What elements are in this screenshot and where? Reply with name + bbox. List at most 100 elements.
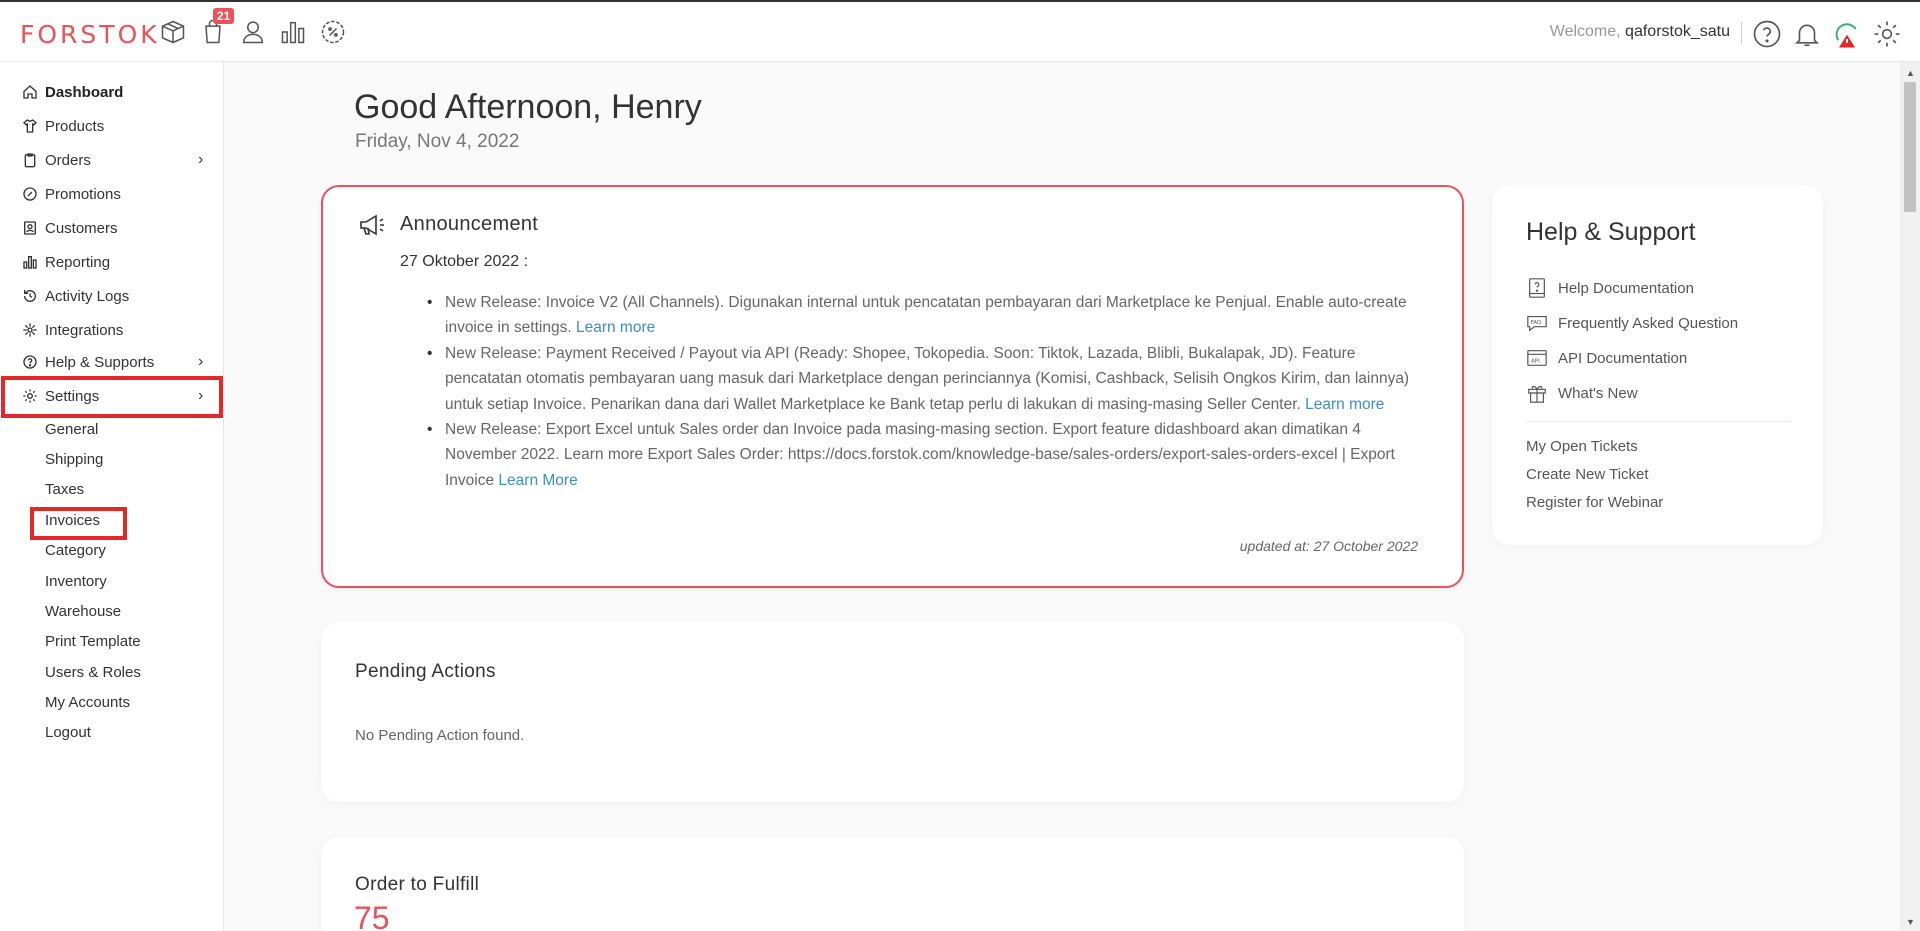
settings-sub-my-accounts[interactable]: My Accounts bbox=[45, 692, 130, 714]
help-circle-icon bbox=[21, 353, 39, 371]
learn-more-link[interactable]: Learn more bbox=[576, 319, 655, 336]
clipboard-icon bbox=[21, 151, 39, 169]
settings-sub-users-roles[interactable]: Users & Roles bbox=[45, 662, 141, 684]
settings-sub-print-template[interactable]: Print Template bbox=[45, 631, 141, 653]
scroll-down-arrow-icon[interactable]: ▼ bbox=[1906, 917, 1915, 927]
learn-more-link[interactable]: Learn more bbox=[1305, 396, 1384, 413]
settings-sub-category[interactable]: Category bbox=[45, 540, 106, 562]
sidebar-item-label: Help & Supports bbox=[45, 353, 155, 371]
sidebar-item-products[interactable]: Products bbox=[0, 110, 224, 142]
header-right-icons bbox=[1752, 18, 1902, 50]
svg-text:API: API bbox=[1531, 359, 1540, 365]
create-new-ticket-link[interactable]: Create New Ticket bbox=[1526, 466, 1649, 483]
help-circle-icon[interactable] bbox=[1752, 18, 1782, 50]
announcement-text: New Release: Export Excel untuk Sales or… bbox=[445, 421, 1395, 489]
help-link-label: Frequently Asked Question bbox=[1558, 314, 1739, 332]
sidebar-item-promotions[interactable]: Promotions bbox=[0, 178, 224, 210]
sidebar-item-label: Products bbox=[45, 117, 105, 135]
sidebar-item-label: Customers bbox=[45, 219, 118, 237]
announcement-card: Announcement 27 Oktober 2022 : New Relea… bbox=[321, 185, 1464, 588]
faq-link[interactable]: FAQ Frequently Asked Question bbox=[1526, 310, 1738, 336]
pending-actions-title: Pending Actions bbox=[355, 661, 496, 682]
settings-highlight-box bbox=[1, 376, 223, 418]
scroll-up-arrow-icon[interactable]: ▲ bbox=[1906, 68, 1915, 78]
svg-text:FAQ: FAQ bbox=[1531, 320, 1542, 326]
welcome-text: Welcome, qaforstok_satu bbox=[1550, 23, 1730, 41]
greeting-heading: Good Afternoon, Henry bbox=[354, 88, 702, 126]
current-date: Friday, Nov 4, 2022 bbox=[355, 131, 520, 152]
contact-icon bbox=[21, 219, 39, 237]
announcement-title: Announcement bbox=[400, 213, 539, 235]
tshirt-icon bbox=[21, 117, 39, 135]
register-webinar-link[interactable]: Register for Webinar bbox=[1526, 494, 1663, 511]
help-support-card: Help & Support Help Documentation FAQ Fr… bbox=[1492, 185, 1823, 545]
forstok-logo[interactable]: FORSTOK bbox=[20, 20, 160, 49]
sidebar-item-label: Promotions bbox=[45, 185, 121, 203]
top-nav-icons: 21 bbox=[158, 8, 348, 48]
megaphone-icon bbox=[358, 213, 388, 239]
settings-sub-warehouse[interactable]: Warehouse bbox=[45, 601, 121, 623]
api-icon: API bbox=[1526, 347, 1548, 369]
top-bar: FORSTOK 21 Welcome, qaforstok_satu bbox=[0, 0, 1920, 62]
sidebar-item-orders[interactable]: Orders › bbox=[0, 144, 224, 176]
list-item: New Release: Payment Received / Payout v… bbox=[427, 341, 1415, 417]
order-to-fulfill-title: Order to Fulfill bbox=[355, 874, 480, 895]
announcement-text: New Release: Payment Received / Payout v… bbox=[445, 344, 1410, 413]
welcome-label: Welcome, bbox=[1549, 23, 1621, 40]
orders-badge: 21 bbox=[213, 8, 235, 24]
help-support-title: Help & Support bbox=[1526, 218, 1696, 246]
order-to-fulfill-count[interactable]: 75 bbox=[354, 900, 390, 931]
gear-icon[interactable] bbox=[1872, 18, 1902, 50]
chevron-right-icon: › bbox=[198, 151, 204, 168]
help-documentation-link[interactable]: Help Documentation bbox=[1526, 275, 1694, 301]
sidebar-item-label: Orders bbox=[45, 151, 91, 169]
bar-chart-icon[interactable] bbox=[278, 16, 308, 48]
sync-alert-icon[interactable] bbox=[1832, 18, 1862, 50]
scrollbar-thumb[interactable] bbox=[1904, 82, 1916, 212]
help-link-label: What's New bbox=[1558, 384, 1638, 402]
bell-icon[interactable] bbox=[1792, 18, 1822, 50]
help-link-label: Help Documentation bbox=[1558, 279, 1694, 297]
header-divider bbox=[1741, 22, 1742, 44]
pending-actions-card: Pending Actions No Pending Action found. bbox=[321, 622, 1464, 802]
settings-sub-inventory[interactable]: Inventory bbox=[45, 571, 107, 593]
home-icon bbox=[21, 83, 39, 101]
learn-more-link[interactable]: Learn More bbox=[498, 472, 577, 489]
invoices-highlight-box bbox=[30, 507, 127, 540]
my-open-tickets-link[interactable]: My Open Tickets bbox=[1526, 438, 1638, 455]
whats-new-link[interactable]: What's New bbox=[1526, 380, 1638, 406]
list-item: New Release: Invoice V2 (All Channels). … bbox=[427, 290, 1415, 341]
settings-sub-general[interactable]: General bbox=[45, 419, 98, 441]
gift-icon bbox=[1526, 382, 1548, 404]
help-divider bbox=[1526, 421, 1790, 422]
sidebar-item-customers[interactable]: Customers bbox=[0, 212, 224, 244]
faq-icon: FAQ bbox=[1526, 312, 1548, 334]
settings-sub-logout[interactable]: Logout bbox=[45, 722, 91, 744]
settings-sub-taxes[interactable]: Taxes bbox=[45, 479, 84, 501]
bar-chart-icon bbox=[21, 253, 39, 271]
history-icon bbox=[21, 287, 39, 305]
order-to-fulfill-card[interactable]: Order to Fulfill 75 bbox=[321, 837, 1464, 931]
discount-icon[interactable] bbox=[318, 16, 348, 48]
sidebar-item-label: Dashboard bbox=[45, 83, 124, 101]
list-item: New Release: Export Excel untuk Sales or… bbox=[427, 417, 1415, 493]
announcement-date: 27 Oktober 2022 : bbox=[400, 253, 529, 270]
page-scrollbar[interactable]: ▲ ▼ bbox=[1900, 62, 1920, 931]
box-icon[interactable] bbox=[158, 16, 188, 48]
chevron-right-icon: › bbox=[198, 353, 204, 370]
pending-actions-empty: No Pending Action found. bbox=[355, 727, 525, 744]
sidebar-item-integrations[interactable]: Integrations bbox=[0, 314, 224, 346]
sidebar-item-dashboard[interactable]: Dashboard bbox=[0, 76, 224, 108]
sidebar-item-help-supports[interactable]: Help & Supports › bbox=[0, 346, 224, 378]
sidebar-item-label: Integrations bbox=[45, 321, 124, 339]
user-icon[interactable] bbox=[238, 16, 268, 48]
username[interactable]: qaforstok_satu bbox=[1625, 23, 1730, 40]
help-doc-icon bbox=[1526, 277, 1548, 299]
announcement-updated: updated at: 27 October 2022 bbox=[1239, 538, 1418, 554]
integrations-icon bbox=[21, 321, 39, 339]
discount-icon bbox=[21, 185, 39, 203]
settings-sub-shipping[interactable]: Shipping bbox=[45, 449, 103, 471]
sidebar-item-activity-logs[interactable]: Activity Logs bbox=[0, 280, 224, 312]
sidebar-item-reporting[interactable]: Reporting bbox=[0, 246, 224, 278]
api-documentation-link[interactable]: API API Documentation bbox=[1526, 345, 1687, 371]
